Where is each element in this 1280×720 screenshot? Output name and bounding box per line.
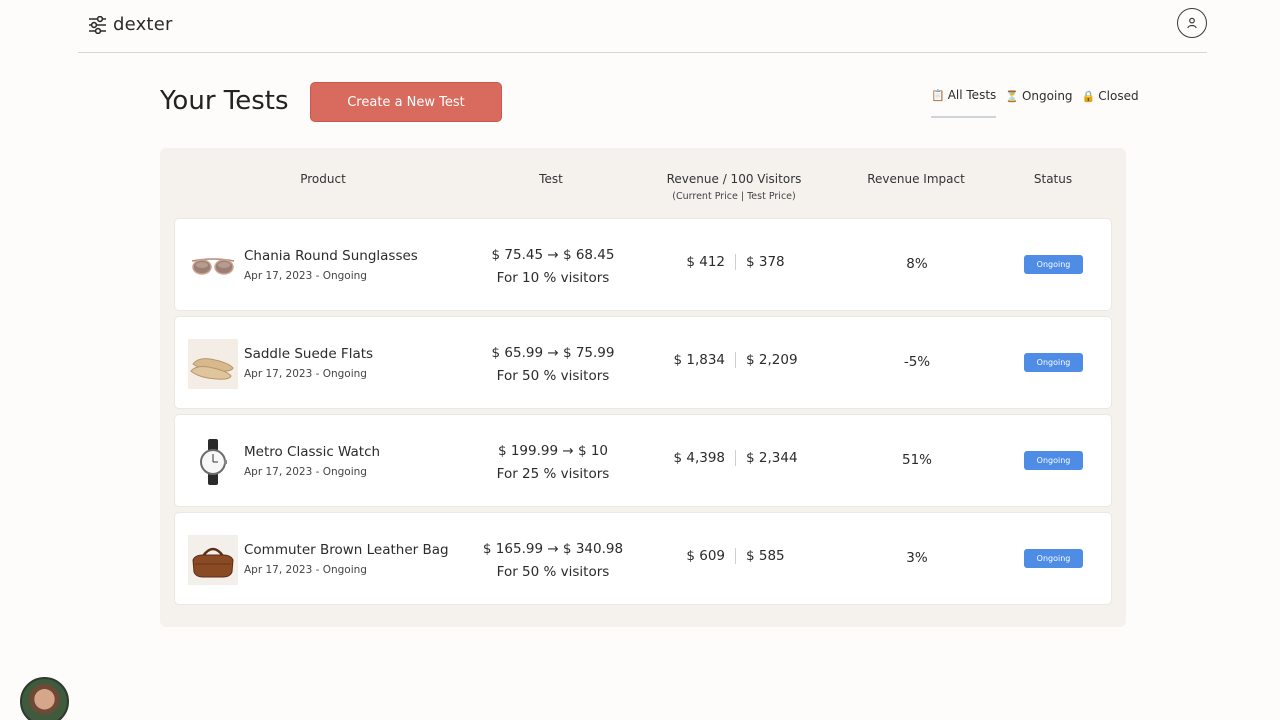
revenue-values: $ 1,834 $ 2,209 — [649, 352, 822, 368]
revenue-test: $ 2,209 — [746, 352, 798, 368]
test-details: $ 65.99 → $ 75.99 For 50 % visitors — [465, 342, 641, 388]
tab-closed[interactable]: 🔒 Closed — [1082, 88, 1139, 118]
status-badge: Ongoing — [1024, 353, 1083, 372]
revenue-impact: 8% — [906, 256, 928, 272]
page-title: Your Tests — [160, 86, 289, 116]
bag-thumb — [188, 535, 238, 585]
brand[interactable]: dexter — [88, 14, 173, 35]
header-revenue: Revenue / 100 Visitors (Current Price | … — [654, 172, 814, 202]
top-bar: dexter — [78, 0, 1207, 53]
header-impact: Revenue Impact — [867, 172, 965, 186]
revenue-values: $ 4,398 $ 2,344 — [649, 450, 822, 466]
user-icon — [1187, 17, 1197, 29]
status-badge: Ongoing — [1024, 549, 1083, 568]
header-test: Test — [539, 172, 563, 186]
test-details: $ 165.99 → $ 340.98 For 50 % visitors — [465, 538, 641, 584]
create-test-button[interactable]: Create a New Test — [310, 82, 502, 122]
tab-ongoing[interactable]: ⏳ Ongoing — [1005, 88, 1072, 118]
price-change: $ 199.99 → $ 10 — [497, 443, 609, 459]
product-name: Metro Classic Watch — [244, 444, 381, 460]
revenue-impact: 3% — [906, 550, 928, 566]
test-date: Apr 17, 2023 - Ongoing — [244, 270, 367, 282]
brand-name: dexter — [113, 14, 173, 35]
revenue-values: $ 609 $ 585 — [649, 548, 822, 564]
revenue-current: $ 609 — [686, 548, 736, 564]
clipboard-icon: 📋 — [931, 88, 945, 102]
price-change: $ 65.99 → $ 75.99 — [491, 345, 615, 361]
tab-label: All Tests — [947, 88, 997, 102]
watch-thumb — [188, 437, 238, 487]
tab-all-tests[interactable]: 📋 All Tests — [931, 88, 997, 118]
product-name: Saddle Suede Flats — [244, 346, 374, 362]
header-status: Status — [1033, 172, 1073, 186]
revenue-test: $ 378 — [746, 254, 785, 270]
visitor-share: For 25 % visitors — [496, 466, 610, 482]
visitor-share: For 50 % visitors — [496, 564, 610, 580]
tab-label: Ongoing — [1021, 89, 1073, 103]
revenue-current: $ 412 — [686, 254, 736, 270]
revenue-impact: -5% — [903, 354, 931, 370]
filter-tabs: 📋 All Tests ⏳ Ongoing 🔒 Closed — [931, 88, 1148, 118]
visitor-share: For 10 % visitors — [496, 270, 610, 286]
table-row[interactable]: Metro Classic Watch Apr 17, 2023 - Ongoi… — [174, 414, 1112, 507]
test-date: Apr 17, 2023 - Ongoing — [244, 466, 367, 478]
header-product: Product — [300, 172, 346, 186]
product-name: Commuter Brown Leather Bag — [244, 542, 449, 558]
status-badge: Ongoing — [1024, 255, 1083, 274]
test-details: $ 75.45 → $ 68.45 For 10 % visitors — [465, 244, 641, 290]
revenue-impact: 51% — [901, 452, 932, 468]
table-row[interactable]: Saddle Suede Flats Apr 17, 2023 - Ongoin… — [174, 316, 1112, 409]
product-name: Chania Round Sunglasses — [244, 248, 418, 264]
revenue-test: $ 2,344 — [746, 450, 798, 466]
revenue-current: $ 1,834 — [673, 352, 736, 368]
price-change: $ 75.45 → $ 68.45 — [491, 247, 615, 263]
price-change: $ 165.99 → $ 340.98 — [482, 541, 624, 557]
table-row[interactable]: Chania Round Sunglasses Apr 17, 2023 - O… — [174, 218, 1112, 311]
revenue-test: $ 585 — [746, 548, 785, 564]
status-badge: Ongoing — [1024, 451, 1083, 470]
tests-table: Product Test Revenue / 100 Visitors (Cur… — [160, 148, 1126, 627]
tab-label: Closed — [1098, 89, 1139, 103]
test-date: Apr 17, 2023 - Ongoing — [244, 368, 367, 380]
hourglass-icon: ⏳ — [1005, 89, 1019, 103]
test-details: $ 199.99 → $ 10 For 25 % visitors — [465, 440, 641, 486]
flats-thumb — [188, 339, 238, 389]
revenue-current: $ 4,398 — [673, 450, 736, 466]
sunglasses-thumb — [188, 241, 238, 291]
visitor-share: For 50 % visitors — [496, 368, 610, 384]
sliders-icon — [89, 15, 106, 34]
user-menu-button[interactable] — [1177, 8, 1207, 38]
header-revenue-sublabel: (Current Price | Test Price) — [672, 191, 796, 202]
lock-icon: 🔒 — [1081, 89, 1096, 103]
revenue-values: $ 412 $ 378 — [649, 254, 822, 270]
avatar[interactable] — [20, 677, 69, 720]
test-date: Apr 17, 2023 - Ongoing — [244, 564, 367, 576]
header-revenue-label: Revenue / 100 Visitors — [666, 172, 802, 186]
table-row[interactable]: Commuter Brown Leather Bag Apr 17, 2023 … — [174, 512, 1112, 605]
